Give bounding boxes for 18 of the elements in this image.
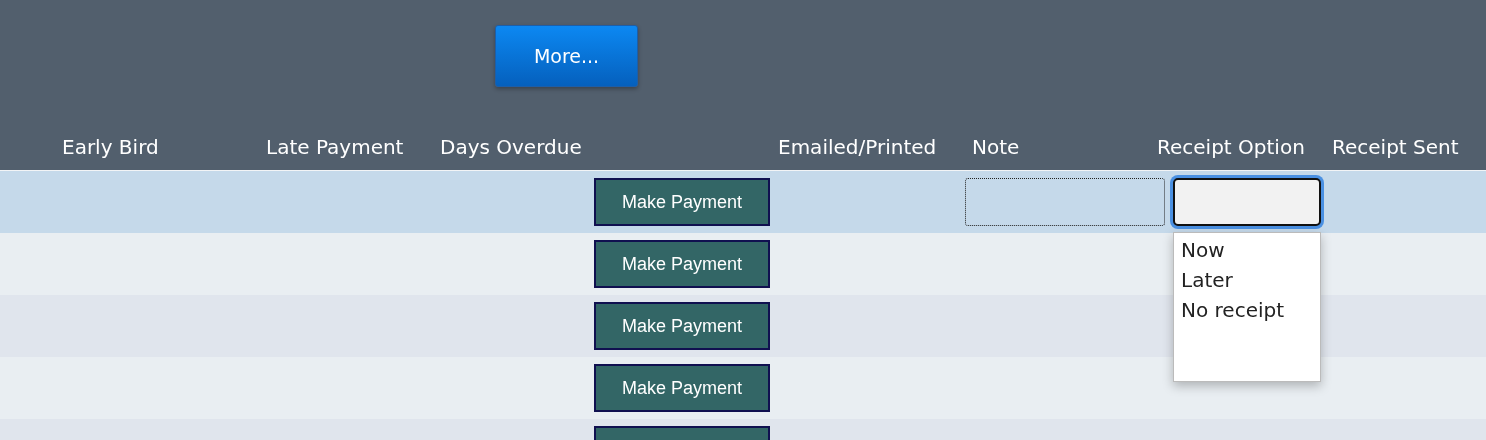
dropdown-option[interactable]: Later (1181, 265, 1313, 295)
column-header: Note (971, 134, 1021, 159)
make-payment-button[interactable]: Make Payment (594, 240, 770, 288)
column-header: Early Bird (61, 134, 160, 159)
note-field[interactable] (965, 178, 1165, 226)
receipt-option-select[interactable] (1173, 178, 1321, 226)
column-header: Receipt Option (1156, 134, 1306, 159)
more-button[interactable]: More... (495, 25, 638, 87)
make-payment-button[interactable]: Make Payment (594, 364, 770, 412)
column-header: Receipt Sent (1331, 134, 1460, 159)
dropdown-option[interactable]: No receipt (1181, 295, 1313, 325)
make-payment-button[interactable]: Make Payment (594, 302, 770, 350)
dropdown-option[interactable]: Now (1181, 235, 1313, 265)
table-row[interactable]: Make Payment (0, 171, 1486, 233)
column-header: Days Overdue (439, 134, 583, 159)
column-header: Late Payment (265, 134, 405, 159)
column-header: Emailed/Printed (777, 134, 938, 159)
make-payment-button[interactable]: Make Payment (594, 178, 770, 226)
